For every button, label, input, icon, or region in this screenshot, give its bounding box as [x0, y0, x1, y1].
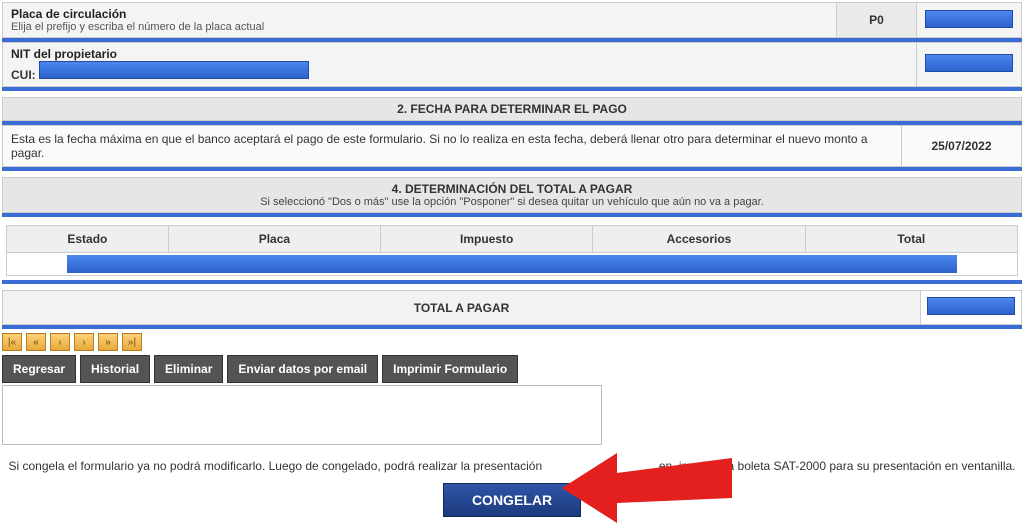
nav-first[interactable]: |«: [2, 333, 22, 351]
pagination-nav: |« « ‹ › » »|: [2, 329, 1022, 355]
table-row: [7, 253, 1018, 276]
regresar-button[interactable]: Regresar: [2, 355, 76, 383]
congelar-button[interactable]: CONGELAR: [443, 483, 581, 517]
determination-table: Estado Placa Impuesto Accesorios Total: [6, 225, 1018, 276]
total-value: [927, 297, 1015, 315]
placa-sub: Elija el prefijo y escriba el número de …: [11, 21, 828, 33]
nav-fwd[interactable]: ›: [74, 333, 94, 351]
section-2-title: 2. FECHA PARA DETERMINAR EL PAGO: [9, 102, 1015, 116]
col-total: Total: [805, 226, 1017, 253]
section-4-sub: Si seleccionó "Dos o más" use la opción …: [9, 196, 1015, 208]
cui-label: CUI:: [11, 68, 36, 82]
col-impuesto: Impuesto: [381, 226, 593, 253]
section-2-header: 2. FECHA PARA DETERMINAR EL PAGO: [2, 97, 1022, 121]
placa-label: Placa de circulación: [11, 7, 828, 21]
nav-prev[interactable]: «: [26, 333, 46, 351]
col-estado: Estado: [7, 226, 169, 253]
cui-input[interactable]: [39, 61, 309, 79]
payment-date: 25/07/2022: [902, 126, 1022, 167]
nit-input[interactable]: [925, 54, 1013, 72]
col-placa: Placa: [168, 226, 380, 253]
pointer-arrow-icon: [562, 433, 732, 523]
section-2-info: Esta es la fecha máxima en que el banco …: [3, 126, 902, 167]
section-4-header: 4. DETERMINACIÓN DEL TOTAL A PAGAR Si se…: [2, 177, 1022, 213]
section-4-title: 4. DETERMINACIÓN DEL TOTAL A PAGAR: [9, 182, 1015, 196]
nav-next[interactable]: »: [98, 333, 118, 351]
col-accesorios: Accesorios: [593, 226, 805, 253]
congelar-text: Si congela el formulario ya no podrá mod…: [2, 459, 1022, 473]
enviar-email-button[interactable]: Enviar datos por email: [227, 355, 378, 383]
placa-prefix[interactable]: P0: [837, 3, 917, 38]
nav-back[interactable]: ‹: [50, 333, 70, 351]
nav-last[interactable]: »|: [122, 333, 142, 351]
message-area[interactable]: [2, 385, 602, 445]
imprimir-button[interactable]: Imprimir Formulario: [382, 355, 518, 383]
action-bar: Regresar Historial Eliminar Enviar datos…: [2, 355, 1022, 383]
nit-label: NIT del propietario: [11, 47, 908, 61]
total-label: TOTAL A PAGAR: [3, 291, 921, 325]
historial-button[interactable]: Historial: [80, 355, 150, 383]
eliminar-button[interactable]: Eliminar: [154, 355, 223, 383]
placa-input[interactable]: [925, 10, 1013, 28]
